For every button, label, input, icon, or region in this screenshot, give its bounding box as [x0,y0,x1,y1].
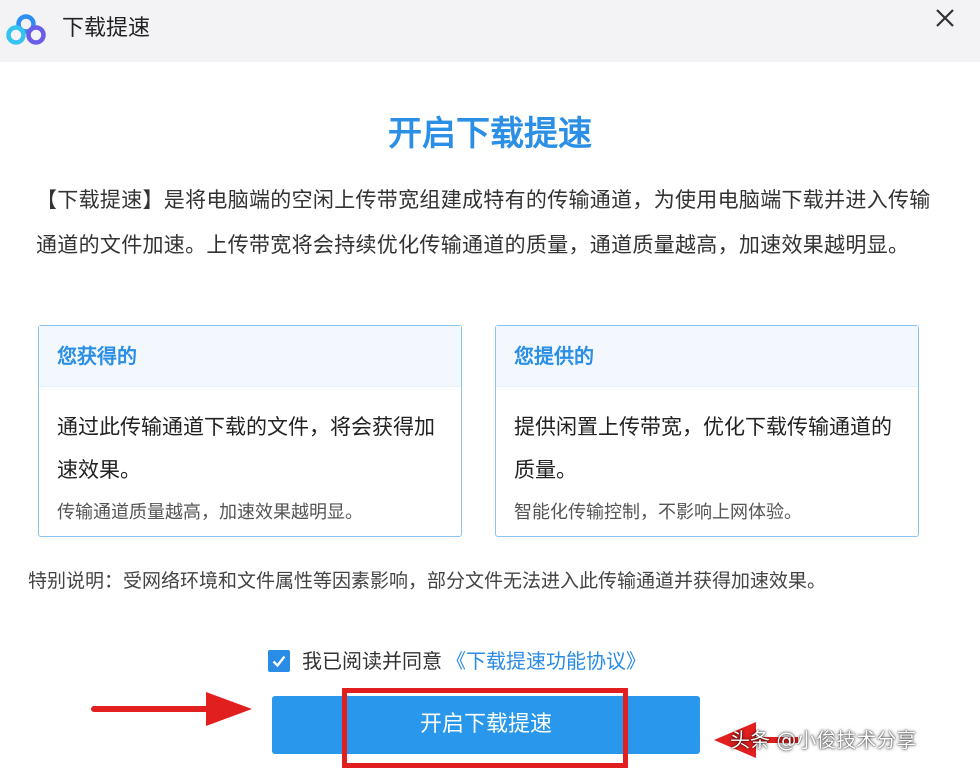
checkmark-icon [272,655,286,668]
card-body: 提供闲置上传带宽，优化下载传输通道的质量。 [514,415,892,482]
agree-checkbox[interactable] [268,650,290,672]
title-bar: 下载提速 [0,0,980,62]
card-note: 智能化传输控制，不影响上网体验。 [514,502,802,523]
special-notice: 特别说明：受网络环境和文件属性等因素影响，部分文件无法进入此传输通道并获得加速效… [28,570,827,592]
intro-paragraph: 【下载提速】是将电脑端的空闲上传带宽组建成特有的传输通道，为使用电脑端下载并进入… [36,188,931,257]
close-icon[interactable] [927,2,963,38]
start-speedup-button-label: 开启下载提速 [419,712,552,737]
cloud-logo-icon [6,14,46,45]
start-speedup-button[interactable]: 开启下载提速 [272,696,700,754]
annotation-arrow-right-icon [91,692,252,726]
page-title: 开启下载提速 [388,114,592,154]
agreement-link[interactable]: 《下载提速功能协议》 [446,647,646,675]
window-title: 下载提速 [62,16,151,41]
card-note: 传输通道质量越高，加速效果越明显。 [57,502,363,523]
card-title: 您提供的 [514,344,594,368]
card-body: 通过此传输通道下载的文件，将会获得加速效果。 [57,415,435,482]
watermark-text: 头条 @小俊技术分享 [730,728,917,752]
agreement-row: 我已阅读并同意 《下载提速功能协议》 [268,646,646,676]
download-speedup-dialog: 下载提速 开启下载提速 【下载提速】是将电脑端的空闲上传带宽组建成特有的传输通道… [0,0,980,774]
you-get-card: 您获得的 通过此传输通道下载的文件，将会获得加速效果。 传输通道质量越高，加速效… [38,325,462,537]
agree-label: 我已阅读并同意 [302,649,442,673]
card-title: 您获得的 [57,344,137,368]
you-provide-card: 您提供的 提供闲置上传带宽，优化下载传输通道的质量。 智能化传输控制，不影响上网… [495,325,919,537]
